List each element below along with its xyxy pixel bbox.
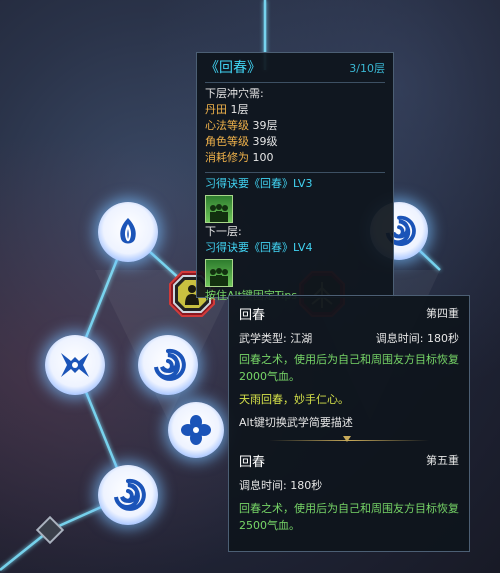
skill-figures-icon (205, 259, 233, 287)
section-header: 回春 第四重 (239, 302, 459, 324)
skill-level: 3/10层 (349, 62, 385, 75)
skill-name: 回春 (239, 454, 266, 470)
skill-node-spiral[interactable] (138, 335, 198, 395)
skill-node-top-left[interactable] (98, 202, 158, 262)
spiral-icon (114, 478, 146, 511)
skill-description: 回春之术，使用后为自己和周围友方目标恢复2000气血。 (239, 353, 459, 383)
skill-stats-row: 调息时间: 180秒 (239, 479, 323, 492)
learn-next: 习得诀要《回春》LV4 (205, 241, 313, 254)
requirement-row: 消耗修为 100 (205, 151, 274, 164)
section-divider (239, 435, 459, 447)
skill-quote: 天雨回春，妙手仁心。 (239, 393, 349, 406)
skill-description: 回春之术，使用后为自己和周围友方目标恢复2500气血。 (239, 502, 459, 532)
mask-icon (61, 353, 89, 377)
skill-stats-row: 武学类型: 江湖 调息时间: 180秒 (239, 332, 459, 345)
spiral-icon (154, 348, 186, 381)
skill-node-bottom-left[interactable] (98, 465, 158, 525)
skill-detail-tooltip: 回春 第四重 武学类型: 江湖 调息时间: 180秒 回春之术，使用后为自己和周… (228, 295, 470, 552)
skill-level-tooltip: 《回春》 3/10层 下层冲穴需: 丹田 1层 心法等级 39层 角色等级 39… (196, 52, 394, 302)
skill-node-mid-left[interactable] (45, 335, 105, 395)
skill-node-petal[interactable] (168, 402, 224, 458)
section-header: 回春 第五重 (239, 449, 459, 471)
skill-title: 《回春》 (205, 60, 261, 76)
tooltip-header: 《回春》 3/10层 (205, 57, 385, 79)
learn-current: 习得诀要《回春》LV3 (205, 177, 313, 190)
skill-figures-icon (205, 195, 233, 223)
requirement-header: 下层冲穴需: (205, 87, 264, 100)
next-header: 下一层: (205, 225, 242, 238)
skill-tier: 第五重 (426, 454, 459, 467)
requirement-row: 心法等级 39层 (205, 119, 278, 132)
chevron-down-icon (343, 436, 351, 442)
requirement-row: 角色等级 39级 (205, 135, 278, 148)
skill-name: 回春 (239, 307, 266, 323)
requirement-row: 丹田 1层 (205, 103, 249, 116)
alt-switch-hint: Alt键切换武学简要描述 (239, 416, 353, 429)
flame-icon (120, 218, 136, 244)
skill-tier: 第四重 (426, 307, 459, 320)
diamond-marker-icon (35, 515, 65, 545)
petal-icon (181, 415, 211, 445)
